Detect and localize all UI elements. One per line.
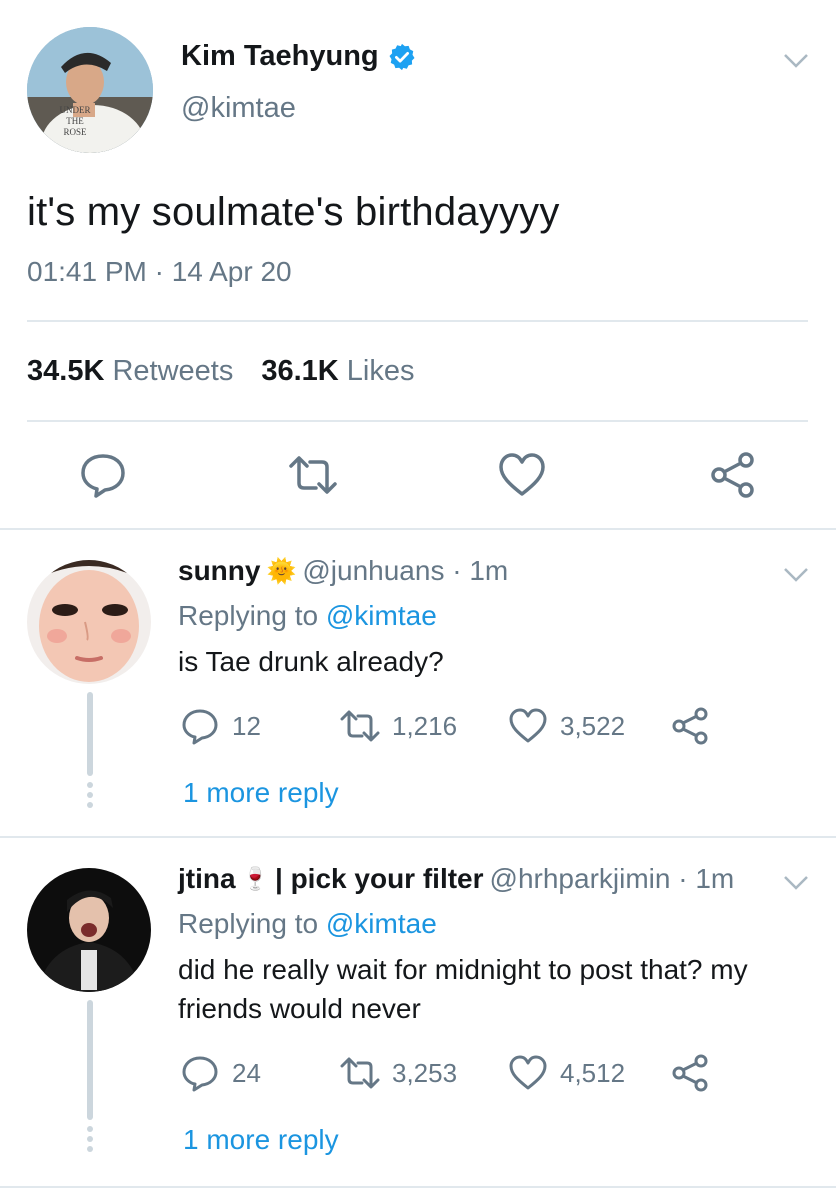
divider — [27, 420, 808, 422]
replying-to-handle[interactable]: @kimtae — [326, 600, 437, 631]
author-handle[interactable]: @kimtae — [181, 92, 296, 125]
reply-author-name[interactable]: sunny — [178, 555, 260, 587]
sun-emoji-icon: 🌞 — [266, 557, 297, 585]
likes-stat[interactable]: 36.1K Likes — [261, 355, 414, 388]
thread-line — [87, 1000, 93, 1120]
author-name-row[interactable]: Kim Taehyung — [181, 40, 417, 73]
verified-badge-icon — [389, 43, 415, 70]
reply-avatar[interactable] — [27, 560, 151, 684]
reply-action-reply[interactable]: 24 — [180, 1053, 261, 1093]
like-count: 3,522 — [560, 710, 626, 741]
share-icon[interactable] — [670, 1053, 710, 1093]
reply-handle-time[interactable]: @junhuans · 1m — [302, 555, 508, 587]
tweet-timestamp: 01:41 PM · 14 Apr 20 — [27, 256, 292, 287]
wine-glass-emoji-icon: 🍷 — [241, 866, 269, 891]
retweet-icon[interactable] — [288, 450, 338, 500]
more-replies-link[interactable]: 1 more reply — [183, 777, 339, 809]
thread-line — [87, 692, 93, 776]
chevron-down-icon[interactable] — [783, 875, 809, 891]
reply-icon[interactable] — [78, 450, 128, 500]
author-avatar[interactable]: UNDER THE ROSE — [27, 27, 153, 153]
reply-author-name-suffix: | pick your filter — [274, 863, 484, 894]
retweet-count: 1,216 — [392, 710, 458, 741]
reply-text: did he really wait for midnight to post … — [178, 954, 748, 1024]
reply-author-name[interactable]: jtina — [178, 863, 236, 895]
reply-action-like[interactable]: 3,522 — [508, 706, 625, 746]
retweets-count: 34.5K — [27, 355, 105, 387]
shirt-text-line: ROSE — [63, 127, 87, 137]
reply-count: 12 — [232, 710, 261, 741]
replying-to: Replying to @kimtae — [178, 908, 437, 940]
divider — [0, 1186, 836, 1188]
thread-dots — [87, 782, 93, 808]
divider — [0, 836, 836, 838]
shirt-text-line: UNDER — [59, 105, 91, 115]
reply-text: is Tae drunk already? — [178, 646, 444, 677]
like-icon — [509, 708, 547, 743]
like-count: 4,512 — [560, 1057, 626, 1088]
reply-avatar[interactable] — [27, 868, 151, 992]
reply-icon — [182, 1056, 218, 1092]
thread-dots — [87, 1126, 93, 1152]
share-icon[interactable] — [670, 706, 710, 746]
likes-label: Likes — [346, 355, 415, 387]
replying-to-label: Replying to — [178, 908, 319, 939]
reply-action-retweet[interactable]: 1,216 — [340, 706, 457, 746]
reply-action-retweet[interactable]: 3,253 — [340, 1053, 457, 1093]
reply-action-like[interactable]: 4,512 — [508, 1053, 625, 1093]
likes-count: 36.1K — [261, 355, 339, 387]
retweets-label: Retweets — [112, 355, 234, 387]
divider — [0, 528, 836, 530]
reply-header: jtina 🍷 | pick your filter @hrhparkjimin… — [178, 863, 734, 895]
retweets-stat[interactable]: 34.5K Retweets — [27, 355, 233, 388]
reply-count: 24 — [232, 1057, 261, 1088]
share-icon[interactable] — [708, 450, 758, 500]
replying-to-label: Replying to — [178, 600, 319, 631]
retweet-icon — [340, 1057, 380, 1089]
more-replies-link[interactable]: 1 more reply — [183, 1124, 339, 1156]
tweet-stats: 34.5K Retweets 36.1K Likes — [27, 355, 415, 388]
shirt-text-line: THE — [66, 116, 84, 126]
retweet-count: 3,253 — [392, 1057, 458, 1088]
chevron-down-icon[interactable] — [783, 53, 809, 69]
retweet-icon — [340, 710, 380, 742]
reply-icon — [182, 709, 218, 745]
replying-to: Replying to @kimtae — [178, 600, 437, 632]
like-icon — [509, 1055, 547, 1090]
author-name: Kim Taehyung — [181, 40, 379, 72]
reply-handle-time[interactable]: @hrhparkjimin · 1m — [490, 863, 735, 895]
reply-action-reply[interactable]: 12 — [180, 706, 261, 746]
like-icon[interactable] — [497, 450, 547, 500]
replying-to-handle[interactable]: @kimtae — [326, 908, 437, 939]
tweet-text: it's my soulmate's birthdayyyy — [27, 190, 560, 234]
divider — [27, 320, 808, 322]
chevron-down-icon[interactable] — [783, 567, 809, 583]
reply-header: sunny 🌞 @junhuans · 1m — [178, 555, 508, 587]
